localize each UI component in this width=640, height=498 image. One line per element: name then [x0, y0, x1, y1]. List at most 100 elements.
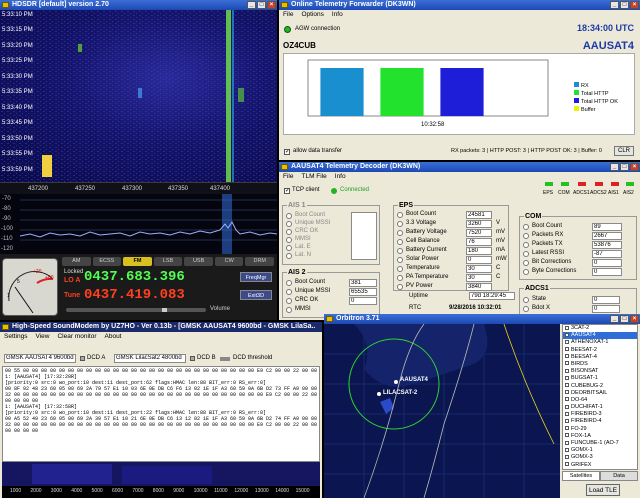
satellite-list-item[interactable]: DUCHIFAT-1 [563, 404, 637, 411]
checkbox-icon[interactable] [565, 440, 569, 445]
radio[interactable] [286, 298, 292, 304]
aausat4-marker[interactable] [394, 380, 398, 384]
minimize-icon[interactable]: _ [610, 1, 619, 9]
radio[interactable] [286, 237, 292, 243]
radio[interactable] [286, 229, 292, 235]
checkbox-icon[interactable] [565, 347, 569, 352]
tab-satellites[interactable]: Satellites [562, 471, 600, 481]
maximize-icon[interactable]: □ [620, 163, 629, 171]
radio[interactable] [286, 307, 292, 313]
radio[interactable] [397, 248, 403, 254]
satellite-list-item[interactable]: FIREBIRD-3 [563, 411, 637, 418]
close-icon[interactable]: × [630, 163, 639, 171]
radio[interactable] [523, 306, 529, 312]
radio[interactable] [397, 284, 403, 290]
satellite-list-item[interactable]: FUNCUBE-1 (AO-7 [563, 440, 637, 447]
tune-frequency[interactable]: 0437.419.083 [84, 287, 185, 303]
minimize-icon[interactable]: _ [247, 1, 256, 9]
radio[interactable] [397, 257, 403, 263]
menu-tlm-file[interactable]: TLM File [301, 172, 326, 181]
menu-file[interactable]: File [283, 172, 293, 181]
orbitron-title-bar[interactable]: Orbitron 3.71 _ □ × [324, 314, 640, 324]
satellite-list-item[interactable]: ATHENOXAT-1 [563, 339, 637, 346]
satellite-list-item[interactable]: GOMX-1 [563, 447, 637, 454]
mode-button-cw[interactable]: CW [214, 257, 244, 266]
mode-button-fm[interactable]: FM [123, 257, 152, 266]
allow-transfer-checkbox[interactable]: ✓ [284, 149, 290, 155]
checkbox-icon[interactable] [565, 426, 569, 431]
minimize-icon[interactable]: _ [610, 315, 619, 323]
radio[interactable] [523, 242, 529, 248]
maximize-icon[interactable]: □ [620, 1, 629, 9]
satellite-list-item[interactable]: GRIFEX [563, 462, 637, 469]
spectrum-display[interactable]: -70 -80 -90 -100 -110 -120 [0, 194, 277, 254]
close-icon[interactable]: × [630, 315, 639, 323]
monitor-pane[interactable]: 00 55 00 00 00 00 00 00 00 00 00 00 00 0… [2, 366, 320, 462]
mode-button-am[interactable]: AM [62, 257, 91, 266]
radio[interactable] [286, 213, 292, 219]
soundmodem-title-bar[interactable]: High-Speed SoundModem by UZ7HO - Ver 0.1… [0, 322, 322, 332]
checkbox-icon[interactable] [565, 332, 569, 337]
radio[interactable] [286, 221, 292, 227]
radio[interactable] [286, 280, 292, 286]
radio[interactable] [286, 245, 292, 251]
dcd-threshold-slider[interactable] [220, 357, 230, 361]
load-tle-button[interactable]: Load TLE [586, 484, 620, 496]
otf-title-bar[interactable]: Online Telemetry Forwarder (DK3WN) _ □ × [279, 0, 640, 10]
close-icon[interactable]: × [267, 1, 276, 9]
satellite-list-item[interactable]: BEESAT-4 [563, 354, 637, 361]
volume-slider[interactable] [66, 308, 206, 312]
satellite-list-item[interactable]: CUBEBUG-2 [563, 383, 637, 390]
menu-view[interactable]: View [36, 332, 50, 341]
checkbox-icon[interactable] [565, 433, 569, 438]
radio[interactable] [397, 212, 403, 218]
radio[interactable] [523, 224, 529, 230]
volume-handle[interactable] [162, 308, 167, 312]
satellite-list-item[interactable]: DEORBITSAIL [563, 390, 637, 397]
menu-file[interactable]: File [283, 10, 293, 19]
tab-data[interactable]: Data [600, 471, 638, 481]
audio-waterfall[interactable]: 1000 2000 3000 4000 5000 6000 7000 8000 9000 1000… [2, 462, 320, 498]
mode-button-usb[interactable]: USB [184, 257, 213, 266]
satellite-list-item[interactable]: 3CAT-2 [563, 325, 637, 332]
checkbox-icon[interactable] [565, 462, 569, 467]
checkbox-icon[interactable] [565, 339, 569, 344]
satellite-list-item[interactable]: FOX-1A [563, 433, 637, 440]
satellite-list-item[interactable]: AAUSAT4 [563, 332, 637, 340]
modem-a-select[interactable]: GMSK AAUSAT4 9600bd [4, 354, 76, 363]
tcp-client-checkbox[interactable]: ✓ [284, 188, 290, 194]
menu-about[interactable]: About [105, 332, 122, 341]
checkbox-icon[interactable] [565, 404, 569, 409]
freqmgr-button[interactable]: FreqMgr [240, 272, 272, 282]
menu-info[interactable]: Info [332, 10, 343, 19]
checkbox-icon[interactable] [565, 397, 569, 402]
world-map[interactable]: AAUSAT4 LILACSAT-2 [324, 324, 560, 498]
checkbox-icon[interactable] [565, 390, 569, 395]
decoder-title-bar[interactable]: AAUSAT4 Telemetry Decoder (DK3WN) _ □ × [279, 162, 640, 172]
exit-button[interactable]: Exit3D [240, 290, 272, 300]
radio[interactable] [523, 297, 529, 303]
radio[interactable] [523, 269, 529, 275]
satellite-list-item[interactable]: BUGSAT-1 [563, 375, 637, 382]
satellite-list-item[interactable]: GOMX-3 [563, 454, 637, 461]
radio[interactable] [523, 251, 529, 257]
checkbox-icon[interactable] [565, 418, 569, 423]
waterfall[interactable]: 5:33:10 PM 5:33:15 PM 5:33:20 PM 5:33:25… [0, 10, 277, 182]
radio[interactable] [397, 266, 403, 272]
menu-clear-monitor[interactable]: Clear monitor [57, 332, 96, 341]
checkbox-icon[interactable] [565, 447, 569, 452]
checkbox-icon[interactable] [565, 383, 569, 388]
radio[interactable] [523, 233, 529, 239]
satellite-list-item[interactable]: FIREBIRD-4 [563, 418, 637, 425]
modem-b-select[interactable]: GMSK LilacSat2 4800bd [114, 354, 186, 363]
satellite-list-item[interactable]: BEESAT-2 [563, 347, 637, 354]
checkbox-icon[interactable] [565, 454, 569, 459]
radio[interactable] [286, 289, 292, 295]
satellite-list[interactable]: 3CAT-2 AAUSAT4 ATHENOXAT-1 BEESAT-2 BEESAT-4… [562, 324, 638, 470]
radio[interactable] [286, 253, 292, 259]
checkbox-icon[interactable] [565, 368, 569, 373]
checkbox-icon[interactable] [565, 375, 569, 380]
menu-options[interactable]: Options [301, 10, 323, 19]
satellite-list-item[interactable]: BISONSAT [563, 368, 637, 375]
menu-info[interactable]: Info [335, 172, 346, 181]
